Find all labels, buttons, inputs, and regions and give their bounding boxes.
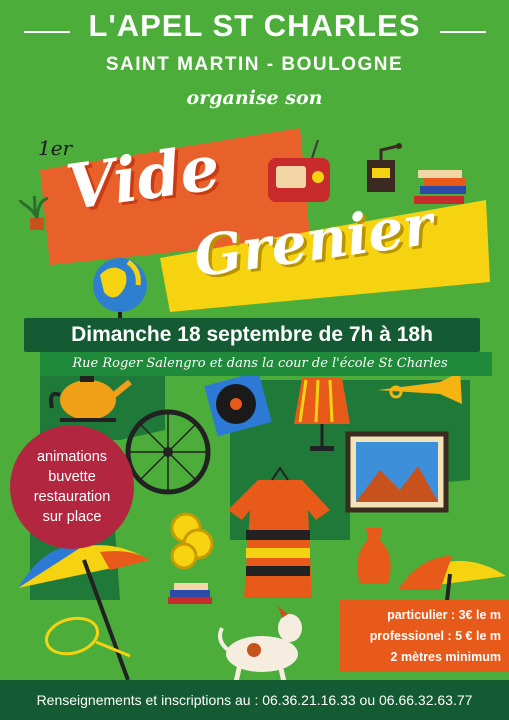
price-minimum: 2 mètres minimum	[390, 650, 501, 664]
contact-info: Renseignements et inscriptions au : 06.3…	[36, 692, 473, 708]
service-item: restauration	[33, 489, 111, 505]
books-small-icon	[168, 583, 212, 604]
price-professionel: professionel : 5 € le m	[369, 629, 501, 643]
poster: L'APEL ST CHARLES SAINT MARTIN - BOULOGN…	[0, 0, 509, 720]
dog-icon	[218, 606, 302, 683]
service-item: buvette	[48, 469, 96, 485]
event-date: Dimanche 18 septembre de 7h à 18h	[71, 323, 433, 346]
service-item: sur place	[42, 509, 102, 525]
event-address: Rue Roger Salengro et dans la cour de l'…	[72, 356, 448, 371]
bicycle-wheel-icon	[125, 409, 211, 495]
organise-text: organise son	[186, 87, 323, 109]
coffee-grinder-icon	[367, 143, 402, 192]
coins-icon	[170, 512, 214, 570]
organizer-title: L'APEL ST CHARLES	[88, 8, 421, 43]
price-particulier: particulier : 3€ le m	[387, 608, 501, 622]
price-box: particulier : 3€ le m professionel : 5 €…	[340, 600, 509, 672]
service-item: animations	[36, 449, 108, 465]
services-badge: animations buvette restauration sur plac…	[10, 425, 134, 549]
racket-icon	[45, 616, 131, 658]
vase-icon	[357, 528, 391, 584]
plant-icon	[18, 195, 49, 230]
globe-icon	[93, 258, 147, 325]
organizer-location: SAINT MARTIN - BOULOGNE	[105, 54, 404, 75]
painting-icon	[345, 431, 449, 513]
umbrella-left-icon	[18, 545, 150, 681]
